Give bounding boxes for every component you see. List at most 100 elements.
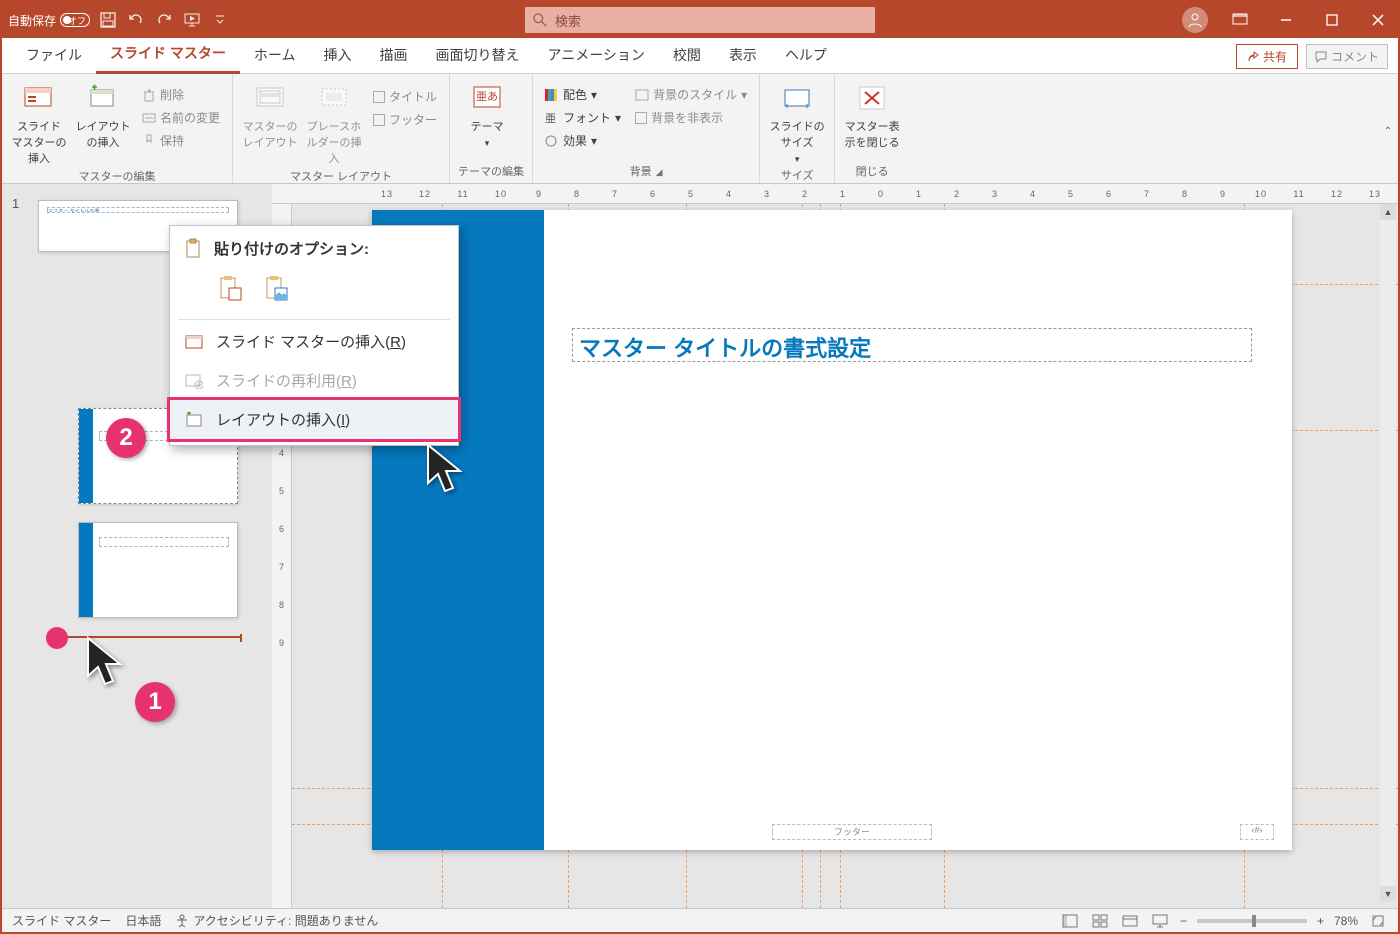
svg-text:亜あ: 亜あ	[476, 90, 498, 103]
callout-badge-1: 1	[135, 682, 175, 722]
paste-picture-button[interactable]	[260, 271, 294, 305]
fit-to-window-icon[interactable]	[1368, 912, 1388, 930]
slide-master-icon	[184, 333, 204, 351]
paste-keep-source-button[interactable]	[214, 271, 248, 305]
slide-number-placeholder[interactable]: ‹#›	[1240, 824, 1274, 840]
tab-view[interactable]: 表示	[715, 37, 771, 73]
share-button[interactable]: 共有	[1236, 44, 1298, 69]
group-background: 配色 ▾ 亜フォント ▾ 効果 ▾ 背景のスタイル ▾ 背景を非表示 背景◢	[533, 74, 760, 183]
slide-number: 1	[12, 196, 19, 211]
group-size: スライドのサイズ▾ サイズ	[760, 74, 835, 183]
rename-icon	[142, 111, 156, 125]
zoom-out-button[interactable]: −	[1180, 914, 1187, 928]
group-master-layout: マスターのレイアウト プレースホルダーの挿入 タイトル フッター マスター レイ…	[233, 74, 450, 183]
undo-icon[interactable]	[126, 10, 146, 30]
preserve-icon	[142, 134, 156, 148]
tab-home[interactable]: ホーム	[240, 37, 310, 73]
context-menu: 貼り付けのオプション: スライド マスターの挿入(R) スライドの再利用(R) …	[169, 225, 459, 446]
title-bar: 自動保存 オフ 検索	[2, 2, 1398, 38]
colors-button[interactable]: 配色 ▾	[541, 84, 625, 105]
reuse-slides-icon	[184, 372, 204, 390]
slide-canvas[interactable]: マスター タイトルの書式設定 フッター ‹#›	[372, 210, 1292, 850]
paste-options-row	[170, 267, 458, 317]
maximize-button[interactable]	[1318, 6, 1346, 34]
quick-access-toolbar: 自動保存 オフ	[8, 10, 230, 30]
insert-slide-master-button[interactable]: スライド マスターの挿入	[10, 78, 68, 166]
footer-placeholder[interactable]: フッター	[772, 824, 932, 840]
paste-options-header: 貼り付けのオプション:	[170, 232, 458, 267]
status-bar: スライド マスター 日本語 アクセシビリティ: 問題ありません − + 78%	[2, 908, 1398, 932]
themes-button[interactable]: 亜あ テーマ▾	[458, 78, 516, 149]
qat-customize-icon[interactable]	[210, 10, 230, 30]
background-styles-button: 背景のスタイル ▾	[631, 84, 751, 105]
tab-draw[interactable]: 描画	[365, 37, 421, 73]
tab-transitions[interactable]: 画面切り替え	[421, 37, 533, 73]
menu-insert-slide-master[interactable]: スライド マスターの挿入(R)	[170, 322, 458, 361]
status-language[interactable]: 日本語	[125, 912, 161, 929]
zoom-level[interactable]: 78%	[1334, 914, 1358, 928]
reading-view-icon[interactable]	[1120, 912, 1140, 930]
ribbon: スライド マスターの挿入 レイアウトの挿入 削除 名前の変更 保持 マスターの編…	[2, 74, 1398, 184]
tab-help[interactable]: ヘルプ	[771, 37, 841, 73]
vertical-scrollbar[interactable]: ▲ ▼	[1380, 204, 1396, 902]
status-mode: スライド マスター	[12, 912, 111, 929]
insert-layout-icon	[184, 411, 204, 429]
ribbon-display-options-icon[interactable]	[1226, 6, 1254, 34]
slide-sorter-view-icon[interactable]	[1090, 912, 1110, 930]
slide-size-button[interactable]: スライドのサイズ▾	[768, 78, 826, 165]
title-placeholder[interactable]: マスター タイトルの書式設定	[572, 328, 1252, 362]
comment-button[interactable]: コメント	[1306, 44, 1388, 69]
search-placeholder: 検索	[555, 11, 581, 30]
comment-icon	[1315, 51, 1327, 63]
slide-size-icon	[781, 82, 813, 114]
slideshow-view-icon[interactable]	[1150, 912, 1170, 930]
tab-review[interactable]: 校閲	[659, 37, 715, 73]
scroll-up-icon[interactable]: ▲	[1380, 204, 1396, 220]
accessibility-status[interactable]: アクセシビリティ: 問題ありません	[175, 912, 378, 929]
zoom-in-button[interactable]: +	[1317, 914, 1324, 928]
normal-view-icon[interactable]	[1060, 912, 1080, 930]
minimize-button[interactable]	[1272, 6, 1300, 34]
insert-layout-button[interactable]: レイアウトの挿入	[74, 78, 132, 150]
insertion-dot	[46, 627, 68, 649]
tab-insert[interactable]: 挿入	[309, 37, 365, 73]
footer-checkbox: フッター	[369, 109, 441, 130]
group-label-background: 背景◢	[541, 161, 751, 183]
fonts-icon: 亜	[545, 112, 559, 124]
menu-reuse-slides: スライドの再利用(R)	[170, 361, 458, 400]
close-button[interactable]	[1364, 6, 1392, 34]
redo-icon[interactable]	[154, 10, 174, 30]
effects-button[interactable]: 効果 ▾	[541, 130, 625, 151]
tab-animations[interactable]: アニメーション	[533, 37, 658, 73]
tab-slide-master[interactable]: スライド マスター	[96, 35, 240, 74]
fonts-button[interactable]: 亜フォント ▾	[541, 107, 625, 128]
insert-layout-icon	[87, 82, 119, 114]
share-icon	[1247, 51, 1259, 63]
group-edit-master: スライド マスターの挿入 レイアウトの挿入 削除 名前の変更 保持 マスターの編…	[2, 74, 233, 183]
delete-icon	[142, 88, 156, 102]
close-icon	[856, 82, 888, 114]
clipboard-icon	[184, 238, 202, 262]
hide-background-checkbox: 背景を非表示	[631, 107, 751, 128]
search-box[interactable]: 検索	[525, 7, 875, 33]
save-icon[interactable]	[98, 10, 118, 30]
horizontal-ruler[interactable]: 13121110987654321012345678910111213	[272, 184, 1398, 204]
effects-icon	[545, 135, 559, 147]
close-master-view-button[interactable]: マスター表示を閉じる	[843, 78, 901, 150]
collapse-ribbon-icon[interactable]: ⌃	[1384, 126, 1392, 137]
accessibility-icon	[175, 914, 189, 928]
menu-insert-layout[interactable]: レイアウトの挿入(I)	[167, 397, 461, 442]
autosave-toggle[interactable]: 自動保存 オフ	[8, 12, 90, 29]
account-icon[interactable]	[1182, 7, 1208, 33]
layout-thumbnail[interactable]	[78, 522, 238, 618]
checkbox-icon	[373, 91, 385, 103]
autosave-label: 自動保存	[8, 12, 56, 29]
zoom-slider-thumb[interactable]	[1252, 915, 1256, 927]
group-edit-theme: 亜あ テーマ▾ テーマの編集	[450, 74, 533, 183]
autosave-switch[interactable]: オフ	[60, 13, 90, 27]
tab-file[interactable]: ファイル	[12, 37, 96, 73]
scroll-down-icon[interactable]: ▼	[1380, 886, 1396, 902]
dialog-launcher-icon[interactable]: ◢	[656, 167, 663, 177]
zoom-slider[interactable]	[1197, 919, 1307, 923]
slideshow-start-icon[interactable]	[182, 10, 202, 30]
